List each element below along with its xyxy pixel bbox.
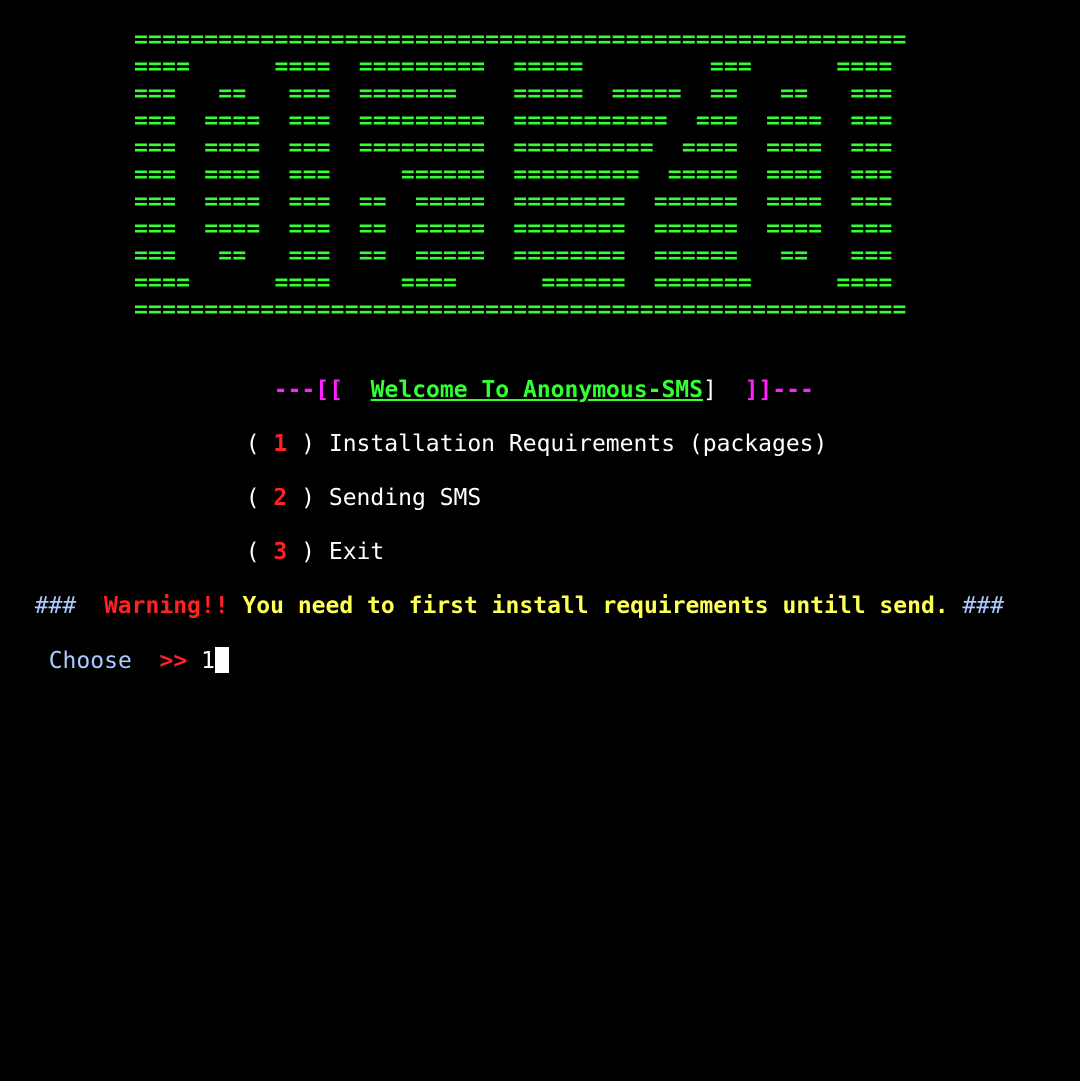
prompt-arrow: >> — [159, 648, 188, 674]
text-cursor — [214, 647, 229, 673]
banner-line: === == === ======= ===== ===== == == === — [134, 81, 893, 107]
menu-number: 1 — [273, 431, 288, 457]
banner-line: ========================================… — [134, 27, 907, 53]
warning-label: Warning!! — [103, 593, 229, 619]
menu-paren-close: ) — [301, 485, 315, 511]
welcome-line: ---[[ Welcome To Anonymous-SMS] ]]--- — [246, 350, 814, 403]
banner-line: ==== ==== ==== ====== ======= ==== — [134, 270, 893, 296]
banner-line: === ==== === == ===== ======== ====== ==… — [134, 189, 893, 215]
warning-suffix: ### — [962, 593, 1005, 619]
welcome-title: Welcome To Anonymous-SMS — [370, 377, 703, 403]
menu-number: 2 — [273, 485, 288, 511]
welcome-bracket: ] — [703, 377, 717, 403]
banner-line: === ==== === ========= ========== ==== =… — [134, 135, 893, 161]
banner-line: ==== ==== ========= ===== === ==== — [134, 54, 893, 80]
banner-line: === ==== === ========= =========== === =… — [134, 108, 893, 134]
menu-paren-open: ( — [245, 485, 260, 511]
banner-line: === ==== === ====== ========= ===== ====… — [134, 162, 893, 188]
prompt-label: Choose — [48, 648, 132, 674]
warning-prefix: ### — [34, 593, 77, 619]
menu-paren-open: ( — [245, 539, 260, 565]
welcome-right-decoration: ]]--- — [744, 377, 814, 403]
menu-item-exit: ( 3 ) Exit — [218, 512, 385, 565]
banner-line: === ==== === == ===== ======== ====== ==… — [134, 216, 893, 242]
menu-label: Exit — [328, 539, 385, 565]
warning-message: You need to first install requirements u… — [242, 593, 949, 619]
menu-number: 3 — [273, 539, 288, 565]
welcome-left-decoration: ---[[ — [273, 377, 343, 403]
menu-paren-close: ) — [301, 539, 315, 565]
menu-item-install: ( 1 ) Installation Requirements (package… — [218, 404, 828, 457]
menu-paren-open: ( — [245, 431, 260, 457]
menu-paren-close: ) — [301, 431, 315, 457]
menu-item-sending-sms: ( 2 ) Sending SMS — [218, 458, 481, 511]
prompt-input[interactable]: 1 — [201, 648, 215, 674]
menu-label: Sending SMS — [328, 485, 482, 511]
prompt-line: Choose >> 1 — [21, 620, 229, 674]
banner-line: === == === == ===== ======== ====== == =… — [134, 243, 893, 269]
warning-line: ### Warning!! You need to first install … — [7, 566, 1004, 619]
menu-label: Installation Requirements (packages) — [328, 431, 828, 457]
banner-line: ========================================… — [134, 297, 907, 323]
